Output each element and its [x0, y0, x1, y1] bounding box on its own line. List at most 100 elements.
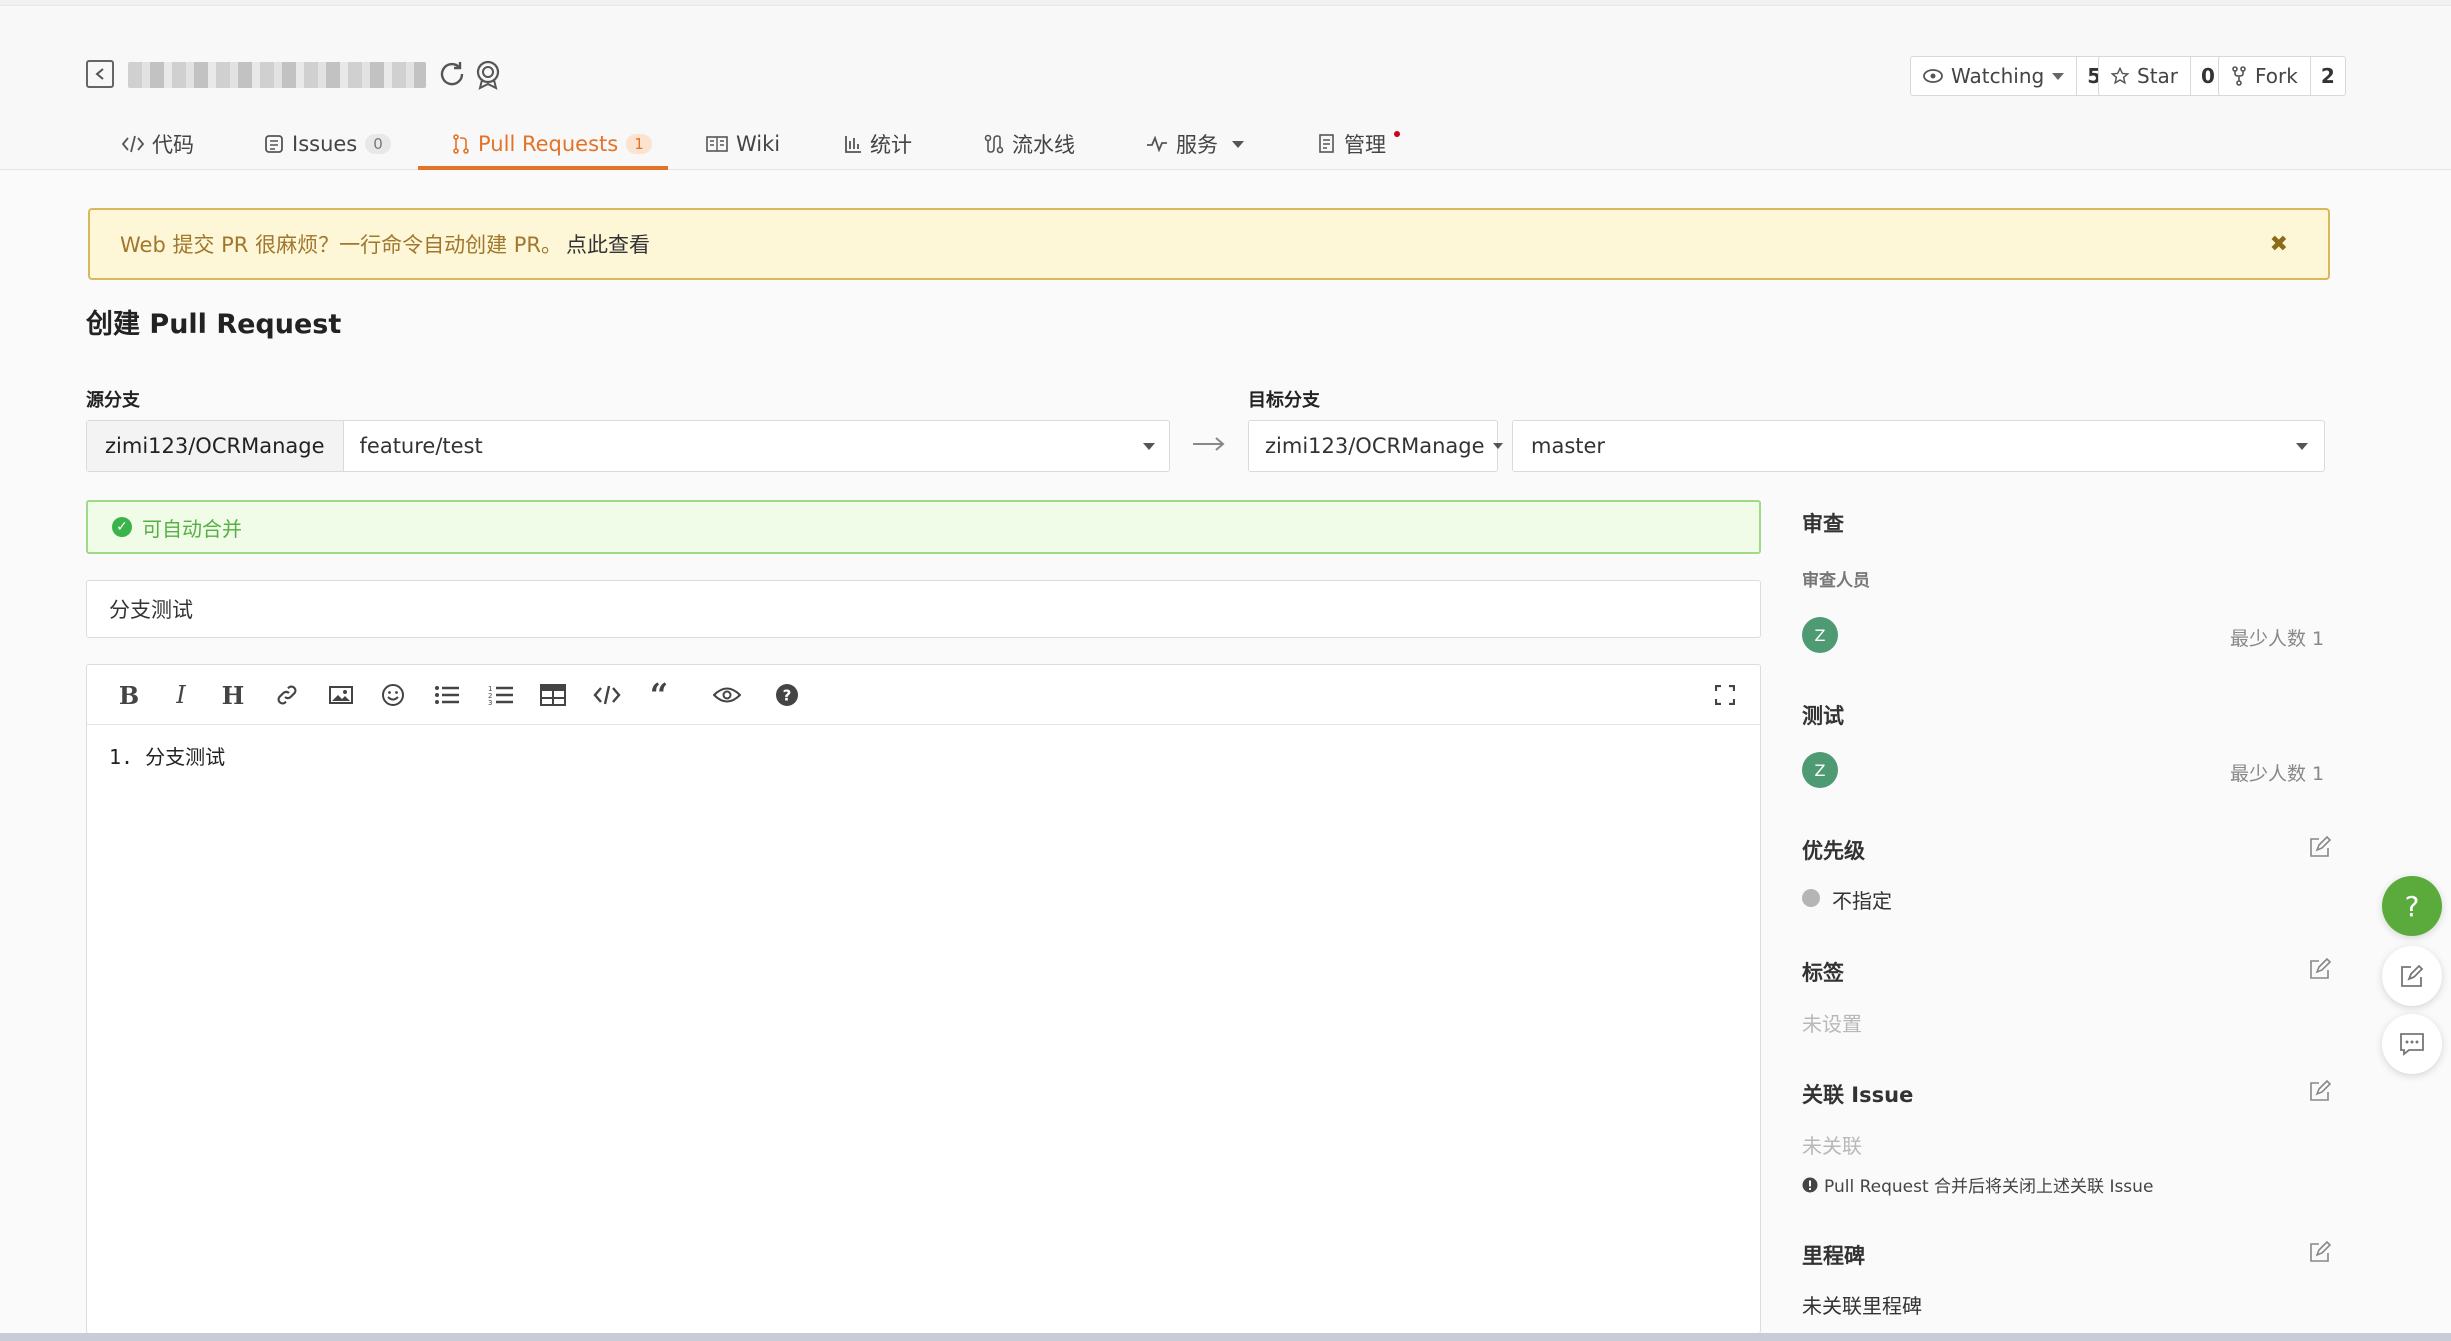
edit-icon[interactable] [2308, 835, 2332, 859]
avatar[interactable]: Z [1802, 752, 1838, 788]
star-icon [2111, 67, 2129, 85]
merge-status-text: 可自动合并 [142, 516, 242, 541]
source-branch-select[interactable]: zimi123/OCRManage feature/test [86, 420, 1170, 472]
tab-issues-count: 0 [365, 134, 391, 154]
svg-text:3: 3 [488, 699, 492, 706]
italic-icon[interactable]: I [167, 681, 195, 709]
tab-code-label: 代码 [152, 133, 194, 157]
bar-chart-icon [845, 136, 861, 153]
reviewers-subheading: 审查人员 [1802, 571, 1870, 591]
target-branch-label: 目标分支 [1248, 390, 1320, 411]
quote-icon[interactable]: “ [645, 676, 673, 714]
info-icon [1802, 1177, 1818, 1192]
tab-wiki-label: Wiki [736, 132, 781, 156]
book-icon [706, 136, 728, 152]
tab-wiki[interactable]: Wiki [706, 118, 780, 170]
source-branch-value: feature/test [359, 434, 483, 458]
chevron-down-icon [2296, 442, 2308, 450]
merge-status-banner: ✓ 可自动合并 [86, 500, 1761, 554]
link-icon[interactable] [273, 681, 301, 709]
fork-count[interactable]: 2 [2311, 57, 2345, 95]
fork-button[interactable]: Fork 2 [2218, 56, 2346, 96]
chevron-down-icon [2052, 72, 2065, 80]
chevron-down-icon [1232, 140, 1244, 148]
page-title: 创建 Pull Request [86, 309, 342, 340]
fullscreen-icon[interactable] [1711, 681, 1739, 709]
feedback-edit-button[interactable] [2382, 946, 2442, 1006]
preview-eye-icon[interactable] [713, 681, 741, 709]
issue-note-text: Pull Request 合并后将关闭上述关联 Issue [1824, 1177, 2154, 1197]
edit-icon[interactable] [2308, 1079, 2332, 1103]
chat-icon [2400, 1033, 2424, 1056]
issue-note: Pull Request 合并后将关闭上述关联 Issue [1802, 1172, 2153, 1197]
cli-notice-banner: Web 提交 PR 很麻烦？一行命令自动创建 PR。 点此查看 ✖ [88, 208, 2330, 280]
milestone-heading: 里程碑 [1802, 1244, 1865, 1268]
admin-icon [1319, 134, 1334, 153]
issue-heading: 关联 Issue [1802, 1083, 1914, 1107]
tab-stats-label: 统计 [870, 133, 912, 157]
target-repo-select[interactable]: zimi123/OCRManage [1248, 420, 1503, 472]
sync-icon[interactable] [436, 58, 468, 90]
editor-content[interactable]: 1. 分支测试 [109, 741, 225, 770]
tab-code[interactable]: 代码 [122, 118, 194, 170]
notice-link[interactable]: 点此查看 [566, 229, 650, 259]
watching-button[interactable]: Watching 5 [1910, 56, 2113, 96]
help-icon[interactable]: ? [773, 681, 801, 709]
tab-pr-count: 1 [626, 134, 652, 154]
close-icon[interactable]: ✖ [2270, 232, 2288, 257]
notice-text: Web 提交 PR 很麻烦？一行命令自动创建 PR。 [120, 233, 562, 257]
markdown-editor: B I H 123 “ ? 1. 分支测试 [86, 664, 1761, 1334]
target-repo-value: zimi123/OCRManage [1265, 434, 1485, 458]
pr-title-input[interactable]: 分支测试 [86, 580, 1761, 638]
test-min-count: 最少人数 1 [2230, 763, 2325, 785]
check-circle-icon: ✓ [112, 517, 132, 537]
avatar[interactable]: Z [1802, 617, 1838, 653]
target-branch-value: master [1531, 434, 1606, 458]
fork-icon [2232, 66, 2246, 86]
eye-icon [1923, 69, 1943, 83]
watching-label: Watching [1951, 64, 2045, 88]
milestone-value: 未关联里程碑 [1802, 1294, 1922, 1318]
issue-value: 未关联 [1802, 1134, 1862, 1158]
target-branch-select[interactable]: master [1512, 420, 2325, 472]
image-icon[interactable] [327, 681, 355, 709]
star-button[interactable]: Star 0 [2098, 56, 2226, 96]
tab-stats[interactable]: 统计 [844, 118, 912, 170]
tab-services[interactable]: 服务 [1146, 118, 1244, 170]
tab-issues[interactable]: Issues 0 [264, 118, 391, 170]
bullet-list-icon[interactable] [433, 681, 461, 709]
emoji-icon[interactable] [379, 681, 407, 709]
help-float-button[interactable]: ? [2382, 876, 2442, 936]
tab-admin-label: 管理 [1344, 133, 1386, 157]
source-repo: zimi123/OCRManage [87, 421, 344, 471]
edit-icon [2401, 964, 2424, 987]
edit-icon[interactable] [2308, 1240, 2332, 1264]
repo-name-redacted[interactable] [128, 62, 426, 88]
labels-heading: 标签 [1802, 961, 1844, 985]
notification-dot [1394, 131, 1400, 137]
star-label: Star [2137, 64, 2179, 88]
tab-pull-requests-label: Pull Requests [478, 132, 619, 156]
chat-button[interactable] [2382, 1014, 2442, 1074]
tab-pipeline[interactable]: 流水线 [984, 118, 1075, 170]
tab-pull-requests[interactable]: Pull Requests 1 [418, 118, 668, 170]
edit-icon[interactable] [2308, 957, 2332, 981]
arrow-right-icon [1192, 436, 1226, 452]
numbered-list-icon[interactable]: 123 [487, 681, 515, 709]
chevron-down-icon [1143, 442, 1155, 450]
fork-label: Fork [2255, 64, 2298, 88]
review-min-count: 最少人数 1 [2230, 628, 2325, 650]
back-icon[interactable] [86, 60, 114, 88]
priority-heading: 优先级 [1802, 839, 1865, 863]
heading-icon[interactable]: H [219, 681, 247, 710]
bold-icon[interactable]: B [115, 681, 143, 710]
code-icon[interactable] [593, 681, 621, 709]
tab-admin[interactable]: 管理 [1318, 118, 1400, 170]
tab-services-label: 服务 [1176, 133, 1218, 157]
pull-request-icon [453, 134, 469, 154]
pipeline-icon [984, 134, 1004, 154]
table-icon[interactable] [539, 681, 567, 709]
badge-icon[interactable] [472, 58, 504, 90]
tab-issues-label: Issues [292, 132, 358, 156]
source-branch-label: 源分支 [86, 390, 140, 411]
